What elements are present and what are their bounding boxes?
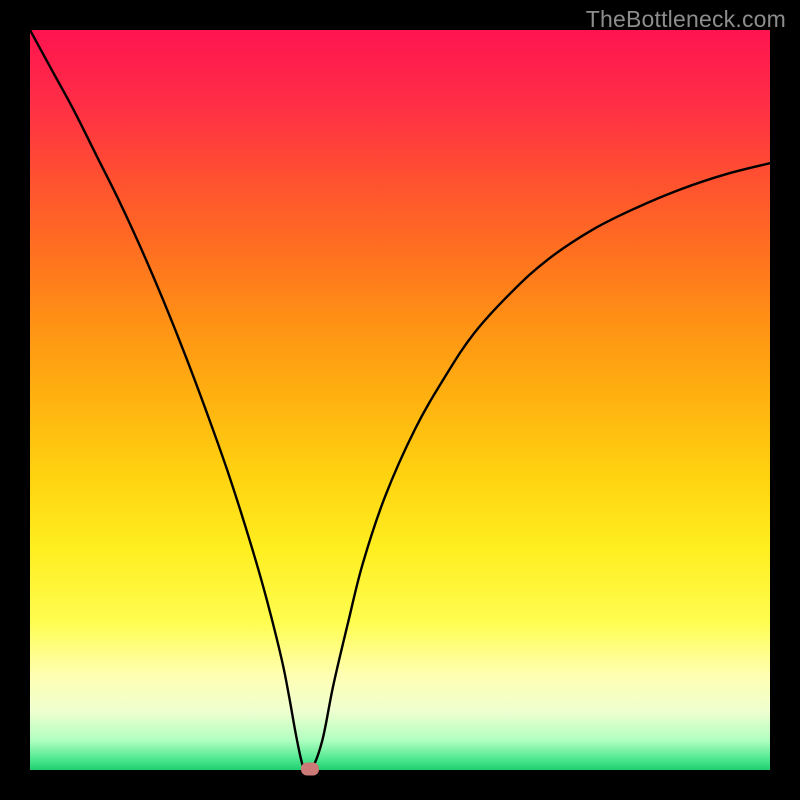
chart-frame — [30, 30, 770, 770]
watermark-label: TheBottleneck.com — [586, 6, 786, 33]
chart-svg — [30, 30, 770, 770]
minimum-marker — [301, 763, 319, 776]
chart-background — [30, 30, 770, 770]
